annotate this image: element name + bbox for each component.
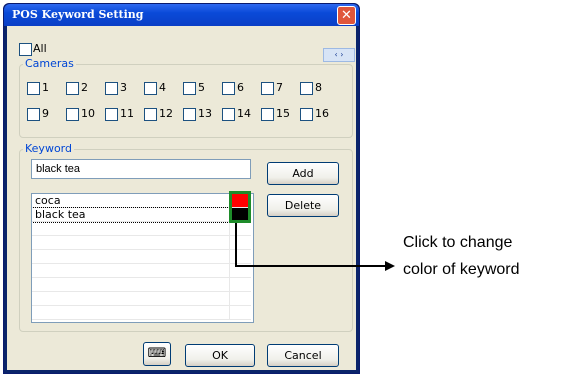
callout-arrow [235, 223, 395, 271]
callout-line-2: color of keyword [403, 261, 520, 278]
arrow-head [385, 261, 395, 271]
arrow-line [235, 223, 385, 267]
callout-line-1: Click to change [403, 234, 513, 251]
